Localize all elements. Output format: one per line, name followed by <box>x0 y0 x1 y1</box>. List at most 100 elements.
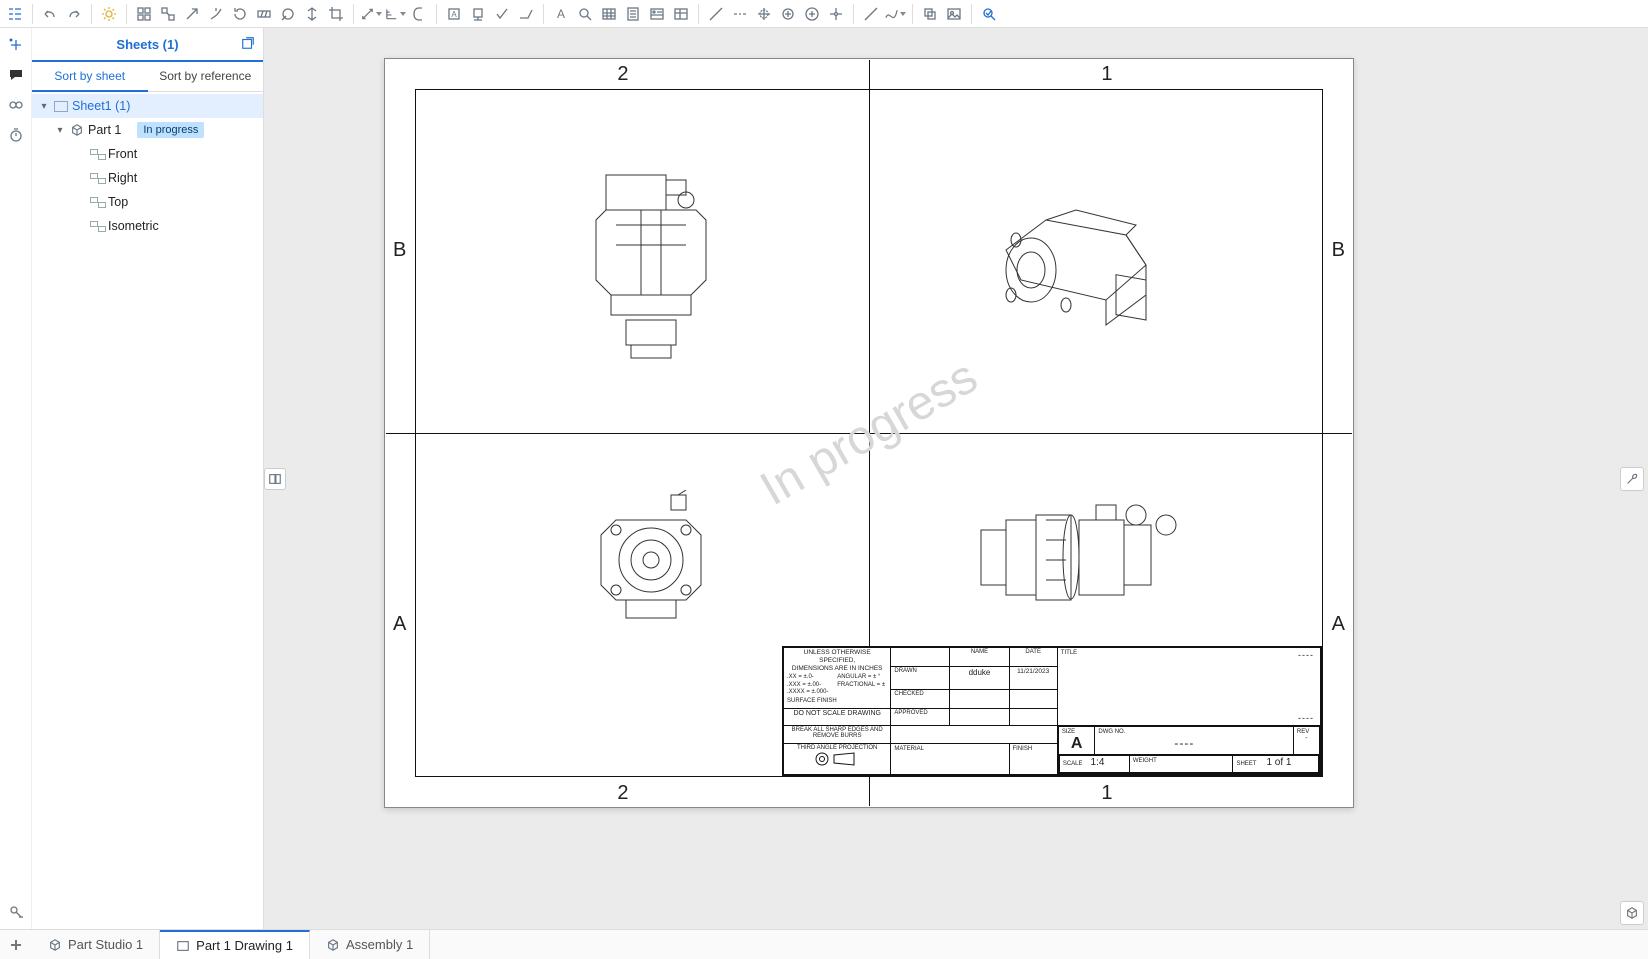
add-circle-icon[interactable] <box>801 3 823 25</box>
tree-sheet-row[interactable]: ▾ Sheet1 (1) <box>32 94 263 118</box>
centerline-icon[interactable] <box>729 3 751 25</box>
zone-top-2: 2 <box>617 63 628 86</box>
panel-collapse-handle[interactable] <box>264 468 286 490</box>
view-icon <box>90 221 104 231</box>
assembly-icon <box>326 938 340 952</box>
link-icon[interactable] <box>5 94 27 116</box>
ordinate-icon[interactable] <box>384 3 406 25</box>
view-front[interactable] <box>576 170 726 360</box>
bottom-bar: Part Studio 1 Part 1 Drawing 1 Assembly … <box>0 929 1648 959</box>
view-icon <box>90 197 104 207</box>
cmark2-icon[interactable] <box>777 3 799 25</box>
hole-table-icon[interactable] <box>646 3 668 25</box>
tb-noscale: DO NOT SCALE DRAWING <box>784 709 891 726</box>
four-view-icon[interactable] <box>133 3 155 25</box>
datum-icon[interactable] <box>467 3 489 25</box>
redo-icon[interactable] <box>63 3 85 25</box>
rotate-icon[interactable] <box>229 3 251 25</box>
comments-icon[interactable] <box>5 64 27 86</box>
svg-text:A: A <box>557 7 565 21</box>
break-icon[interactable] <box>253 3 275 25</box>
view-cube-icon[interactable] <box>1620 901 1644 925</box>
gdt-icon[interactable] <box>408 3 430 25</box>
add-item-icon[interactable] <box>5 34 27 56</box>
tab-assembly[interactable]: Assembly 1 <box>310 930 430 959</box>
frame-midline-h <box>386 433 1352 434</box>
view-right[interactable] <box>576 490 726 630</box>
part-label: Part 1 <box>88 123 121 137</box>
text-icon[interactable]: A <box>550 3 572 25</box>
sheets-panel: Sheets (1) Sort by sheet Sort by referen… <box>32 28 264 929</box>
popout-icon[interactable] <box>241 36 255 53</box>
aux-view-icon[interactable] <box>181 3 203 25</box>
view-top[interactable] <box>976 490 1186 625</box>
zone-top-1: 1 <box>1101 63 1112 86</box>
tb-drawn-date: 11/21/2023 <box>1009 666 1057 690</box>
align-icon[interactable] <box>301 3 323 25</box>
tree-toggle-icon[interactable] <box>4 3 26 25</box>
note-icon[interactable]: A <box>443 3 465 25</box>
virtual-sharp-icon[interactable] <box>825 3 847 25</box>
zone-right-A: A <box>1332 613 1345 636</box>
bom-icon[interactable] <box>622 3 644 25</box>
view-isometric[interactable] <box>976 180 1176 350</box>
crop-icon[interactable] <box>325 3 347 25</box>
tree-part-row[interactable]: ▾ Part 1 In progress <box>32 118 263 142</box>
panel-header: Sheets (1) <box>32 28 263 62</box>
tree-view-top[interactable]: Top <box>32 190 263 214</box>
tb-unless: UNLESS OTHERWISE SPECIFIED, DIMENSIONS A… <box>787 649 887 672</box>
dimension-icon[interactable] <box>360 3 382 25</box>
title-block[interactable]: UNLESS OTHERWISE SPECIFIED, DIMENSIONS A… <box>782 646 1322 776</box>
add-tab-button[interactable] <box>6 935 26 955</box>
tree-view-isometric[interactable]: Isometric <box>32 214 263 238</box>
tree-view-front[interactable]: Front <box>32 142 263 166</box>
tab-part-studio[interactable]: Part Studio 1 <box>32 930 160 959</box>
line-icon[interactable] <box>860 3 882 25</box>
detail-icon[interactable] <box>277 3 299 25</box>
centermark-icon[interactable] <box>753 3 775 25</box>
zone-bot-1: 1 <box>1101 782 1112 805</box>
sheet-tree: ▾ Sheet1 (1) ▾ Part 1 In progress Front … <box>32 92 263 929</box>
stopwatch-icon[interactable] <box>5 124 27 146</box>
inprogress-badge: In progress <box>137 122 204 138</box>
sheet-label: Sheet1 (1) <box>72 99 130 113</box>
tb-scale: 1:4 <box>1090 757 1104 768</box>
filter-icon[interactable] <box>5 901 27 923</box>
wrench-icon[interactable] <box>1620 467 1644 491</box>
left-rail <box>0 28 32 929</box>
drawing-sheet[interactable]: 2 1 2 1 B A B A In progress <box>384 58 1354 808</box>
drawing-canvas[interactable]: 2 1 2 1 B A B A In progress <box>264 28 1648 929</box>
rev-table-icon[interactable] <box>670 3 692 25</box>
tb-drawn-name: dduke <box>950 666 1009 690</box>
tab-drawing[interactable]: Part 1 Drawing 1 <box>160 930 310 959</box>
check-icon[interactable] <box>491 3 513 25</box>
sort-by-reference-tab[interactable]: Sort by reference <box>148 62 264 91</box>
zone-left-A: A <box>393 613 406 636</box>
sun-icon[interactable] <box>98 3 120 25</box>
section-icon[interactable] <box>205 3 227 25</box>
inspect-icon[interactable] <box>978 3 1000 25</box>
sort-by-sheet-tab[interactable]: Sort by sheet <box>32 62 148 92</box>
spline-icon[interactable] <box>884 3 906 25</box>
sort-tabs: Sort by sheet Sort by reference <box>32 62 263 92</box>
tree-view-right[interactable]: Right <box>32 166 263 190</box>
svg-text:A: A <box>451 10 457 19</box>
image-icon[interactable] <box>943 3 965 25</box>
table-icon[interactable] <box>598 3 620 25</box>
zone-right-B: B <box>1332 239 1345 262</box>
copy-icon[interactable] <box>919 3 941 25</box>
tb-title-label: TITLE <box>1061 650 1077 656</box>
zone-left-B: B <box>393 239 406 262</box>
cube-icon <box>48 938 62 952</box>
search-icon[interactable] <box>574 3 596 25</box>
tb-sheet: 1 of 1 <box>1266 757 1291 768</box>
projected-view-icon[interactable] <box>157 3 179 25</box>
drawing-frame: In progress <box>415 89 1323 777</box>
view-icon <box>90 173 104 183</box>
zone-bot-2: 2 <box>617 782 628 805</box>
weld-icon[interactable] <box>515 3 537 25</box>
part-icon <box>70 123 84 137</box>
undo-icon[interactable] <box>39 3 61 25</box>
edge-line-icon[interactable] <box>705 3 727 25</box>
view-icon <box>90 149 104 159</box>
